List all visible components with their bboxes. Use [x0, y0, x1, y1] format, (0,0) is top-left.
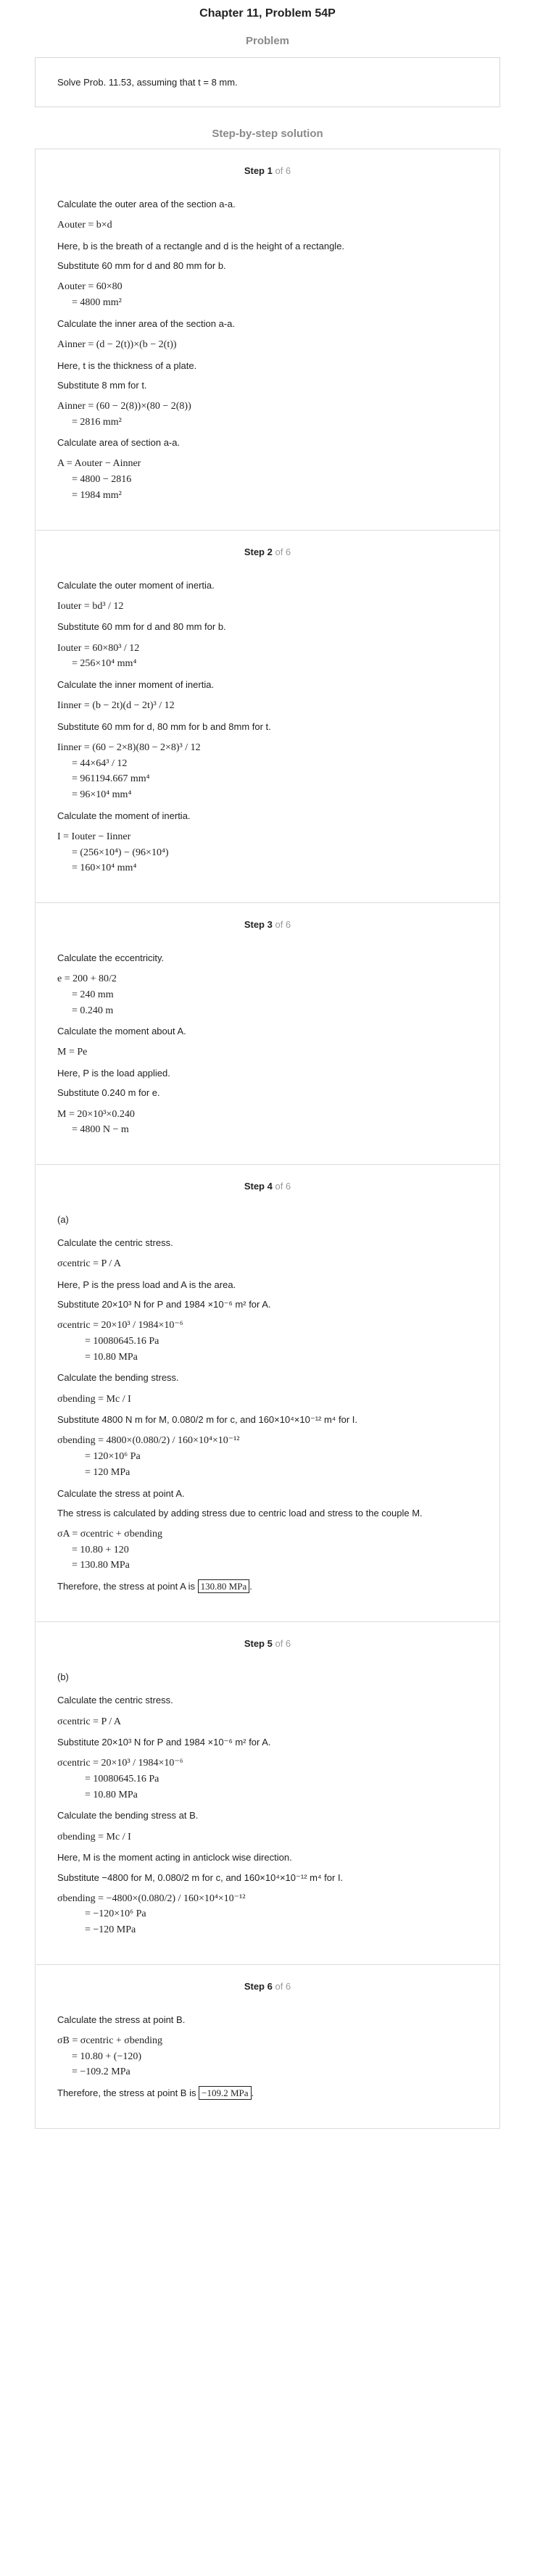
step-text: Here, t is the thickness of a plate.	[57, 360, 197, 371]
step-4: Step 4 of 6 (a) Calculate the centric st…	[35, 1164, 500, 1623]
solution-label: Step-by-step solution	[212, 128, 323, 140]
step-text: Substitute 4800 N m for M, 0.080/2 m for…	[57, 1414, 358, 1426]
step-3: Step 3 of 6 Calculate the eccentricity. …	[35, 903, 500, 1165]
equation: Ainner = (d − 2(t))×(b − 2(t))	[57, 338, 177, 350]
step-text: Substitute −4800 for M, 0.080/2 m for c,…	[57, 1871, 344, 1883]
step-text: Calculate the inner moment of inertia.	[57, 678, 215, 690]
step-text: Calculate the moment of inertia.	[57, 810, 191, 821]
solution-page: Chapter 11, Problem 54P Problem Solve Pr…	[0, 0, 535, 2158]
step-6: Step 6 of 6 Calculate the stress at poin…	[35, 1964, 500, 2130]
equation: σcentric = 20×10³ / 1984×10⁻⁶ = 10080645…	[57, 1758, 183, 1800]
equation: Aouter = 60×80 = 4800 mm²	[57, 281, 123, 308]
equation: σcentric = P / A	[57, 1716, 122, 1727]
step-text: Substitute 8 mm for t.	[57, 379, 147, 391]
steps-list: Step 1 of 6 Calculate the outer area of …	[33, 149, 502, 2130]
equation: Ainner = (60 − 2(8))×(80 − 2(8)) = 2816 …	[57, 400, 191, 428]
step-text: Calculate the bending stress.	[57, 1372, 179, 1384]
equation: σB = σcentric + σbending = 10.80 + (−120…	[57, 2035, 162, 2078]
equation: σcentric = P / A	[57, 1258, 122, 1270]
answer-line: Therefore, the stress at point B is −109…	[57, 2086, 254, 2100]
step-header: Step 2 of 6	[244, 546, 291, 557]
step-text: Calculate the stress at point A.	[57, 1487, 185, 1499]
step-text: Here, b is the breath of a rectangle and…	[57, 240, 345, 252]
equation: σbending = Mc / I	[57, 1831, 131, 1842]
step-text: Calculate the outer area of the section …	[57, 199, 236, 209]
step-text: Substitute 60 mm for d and 80 mm for b.	[57, 621, 226, 633]
problem-text: Solve Prob. 11.53, assuming that t = 8 m…	[57, 77, 238, 88]
answer-box: −109.2 MPa	[199, 2086, 252, 2100]
step-text: Substitute 60 mm for d and 80 mm for b.	[57, 260, 226, 272]
equation: Iouter = bd³ / 12	[57, 600, 124, 612]
equation: Iinner = (60 − 2×8)(80 − 2×8)³ / 12 = 44…	[57, 742, 201, 801]
page-title: Chapter 11, Problem 54P	[199, 7, 336, 20]
step-2: Step 2 of 6 Calculate the outer moment o…	[35, 530, 500, 903]
step-text: Calculate the centric stress.	[57, 1237, 173, 1249]
answer-line: Therefore, the stress at point A is 130.…	[57, 1579, 252, 1593]
step-1: Step 1 of 6 Calculate the outer area of …	[35, 149, 500, 531]
step-text: Calculate area of section a-a.	[57, 437, 181, 449]
equation: σbending = 4800×(0.080/2) / 160×10⁴×10⁻¹…	[57, 1435, 240, 1478]
equation: e = 200 + 80/2 = 240 mm = 0.240 m	[57, 973, 117, 1016]
step-text: The stress is calculated by adding stres…	[57, 1507, 423, 1518]
step-text: Here, P is the press load and A is the a…	[57, 1279, 236, 1290]
step-header: Step 4 of 6	[244, 1180, 291, 1192]
step-text: Substitute 20×10³ N for P and 1984 ×10⁻⁶…	[57, 1737, 271, 1748]
step-header: Step 1 of 6	[244, 165, 291, 176]
step-text: Substitute 20×10³ N for P and 1984 ×10⁻⁶…	[57, 1299, 271, 1310]
step-text: Calculate the stress at point B.	[57, 2014, 186, 2025]
step-header: Step 6 of 6	[244, 1980, 291, 1992]
equation: σcentric = 20×10³ / 1984×10⁻⁶ = 10080645…	[57, 1320, 183, 1363]
equation: M = 20×10³×0.240 = 4800 N − m	[57, 1108, 135, 1136]
step-text: Calculate the centric stress.	[57, 1695, 173, 1706]
step-text: Substitute 0.240 m for e.	[57, 1087, 160, 1099]
step-text: Here, P is the load applied.	[57, 1068, 170, 1079]
step-5: Step 5 of 6 (b) Calculate the centric st…	[35, 1622, 500, 1965]
problem-statement: Solve Prob. 11.53, assuming that t = 8 m…	[35, 57, 500, 107]
equation: Iinner = (b − 2t)(d − 2t)³ / 12	[57, 700, 175, 712]
step-header: Step 3 of 6	[244, 919, 291, 930]
equation: I = Iouter − Iinner = (256×10⁴) − (96×10…	[57, 831, 169, 874]
equation: M = Pe	[57, 1047, 88, 1058]
answer-box: 130.80 MPa	[197, 1579, 250, 1593]
equation: σbending = −4800×(0.080/2) / 160×10⁴×10⁻…	[57, 1892, 246, 1936]
equation: Iouter = 60×80³ / 12 = 256×10⁴ mm⁴	[57, 642, 140, 670]
step-text: Calculate the moment about A.	[57, 1026, 186, 1037]
part-label: (b)	[57, 1671, 69, 1683]
step-header: Step 5 of 6	[244, 1638, 291, 1650]
equation: Aouter = b×d	[57, 220, 112, 231]
part-label: (a)	[57, 1213, 69, 1225]
equation: σbending = Mc / I	[57, 1393, 131, 1405]
step-text: Substitute 60 mm for d, 80 mm for b and …	[57, 720, 271, 732]
step-text: Calculate the eccentricity.	[57, 952, 165, 963]
step-text: Calculate the bending stress at B.	[57, 1810, 199, 1821]
step-text: Here, M is the moment acting in anticloc…	[57, 1852, 292, 1864]
problem-label: Problem	[245, 35, 289, 47]
step-text: Calculate the inner area of the section …	[57, 317, 235, 329]
step-text: Calculate the outer moment of inertia.	[57, 579, 215, 591]
equation: σA = σcentric + σbending = 10.80 + 120 =…	[57, 1528, 162, 1571]
equation: A = Aouter − Ainner = 4800 − 2816 = 1984…	[57, 458, 141, 501]
